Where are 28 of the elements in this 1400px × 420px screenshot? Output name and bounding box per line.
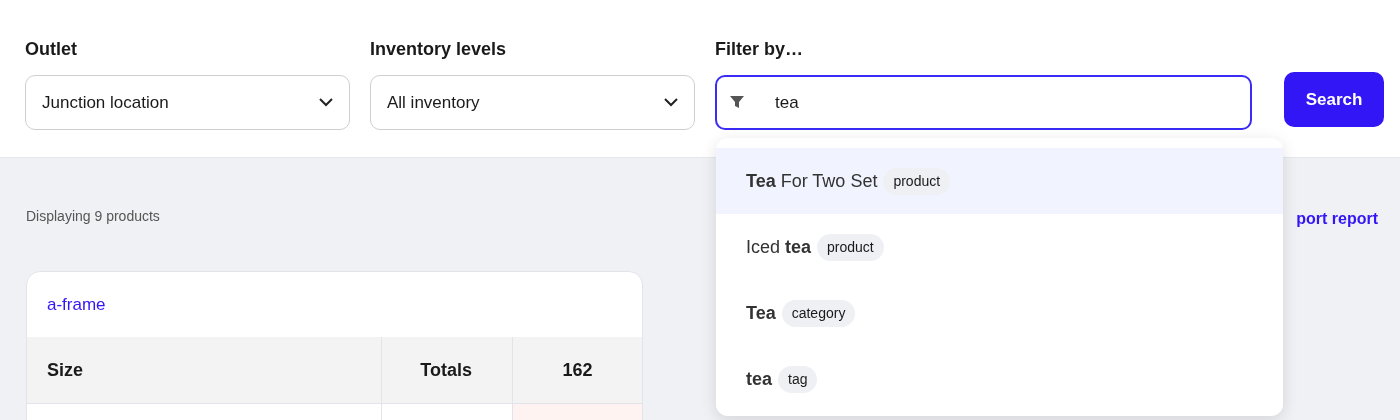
dropdown-select[interactable]: All inventory xyxy=(370,75,695,130)
results-count: Displaying 9 products xyxy=(26,207,160,226)
suggestion-text: Iced tea xyxy=(746,235,812,259)
type-tag: category xyxy=(781,299,856,327)
chevron-down-icon xyxy=(664,98,678,107)
suggestion-item[interactable]: tea tag xyxy=(716,346,1283,412)
filter-icon xyxy=(729,94,745,110)
export-report-link[interactable]: port report xyxy=(1296,207,1378,231)
search-button[interactable]: Search xyxy=(1284,72,1384,127)
product-link[interactable]: a-frame xyxy=(47,291,106,318)
field-label: Outlet xyxy=(25,38,78,61)
column-header: 162 xyxy=(512,337,642,403)
filter-input-field[interactable]: tea xyxy=(715,75,1252,130)
suggestion-text: tea xyxy=(746,367,772,391)
column-header: Totals xyxy=(381,337,512,403)
dropdown-select[interactable]: Junction location xyxy=(25,75,350,130)
suggestion-item[interactable]: Tea category xyxy=(716,280,1283,346)
type-tag: product xyxy=(883,167,951,195)
suggestion-text: Tea xyxy=(746,301,776,325)
field-label: Inventory levels xyxy=(370,38,508,61)
suggestion-text: Tea For Two Set xyxy=(746,169,878,193)
suggestion-item[interactable]: Iced tea product xyxy=(716,214,1283,280)
type-tag: tag xyxy=(778,365,818,393)
type-tag: product xyxy=(817,233,884,261)
column-header: Size xyxy=(46,358,85,382)
suggestion-item[interactable]: Tea For Two Set product xyxy=(716,148,1283,214)
chevron-down-icon xyxy=(319,98,333,107)
field-label: Filter by… xyxy=(715,38,804,61)
